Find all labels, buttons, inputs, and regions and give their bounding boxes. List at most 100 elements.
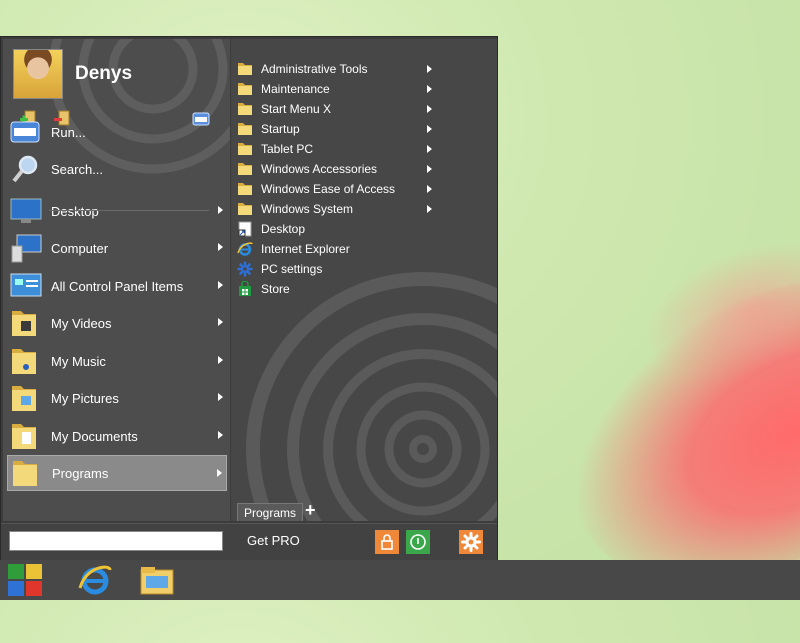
program-item[interactable]: Tablet PC [237,139,437,159]
left-menu-item-label: Computer [51,240,109,256]
search-icon [9,153,43,185]
videos-folder-icon [9,307,43,339]
program-item-label: Desktop [261,222,306,236]
submenu-arrow-icon [427,65,432,73]
computer-icon [9,232,43,264]
settings-button[interactable] [459,530,483,554]
documents-folder-icon [9,420,43,452]
search-input[interactable] [9,531,223,551]
left-menu-item[interactable]: Search... [7,151,227,187]
internet-explorer-icon [237,241,253,257]
program-item-label: Windows Accessories [261,162,378,176]
submenu-arrow-icon [427,85,432,93]
start-menu: ⠶⠶ Denys [0,36,498,560]
program-item-label: Store [261,282,290,296]
submenu-arrow-icon [218,393,223,401]
divider [49,210,209,211]
program-item-label: Internet Explorer [261,242,350,256]
submenu-arrow-icon [218,281,223,289]
submenu-arrow-icon [427,145,432,153]
left-menu-item-label: Run... [51,124,86,140]
left-menu-item-label: My Music [51,353,106,369]
control-panel-icon [9,270,43,302]
left-menu-item-label: All Control Panel Items [51,278,184,294]
avatar[interactable] [13,49,63,99]
programs-folder-icon [10,457,44,489]
left-menu-item[interactable]: Programs [7,455,227,491]
desktop-icon [9,195,43,227]
folder-icon [237,61,253,77]
submenu-arrow-icon [427,105,432,113]
store-icon [237,280,253,297]
left-menu-item-label: Search... [51,161,104,177]
power-button[interactable] [406,530,430,554]
program-item[interactable]: Startup [237,119,437,139]
desktop-shortcut-icon [237,221,253,237]
program-item[interactable]: Windows Ease of Access [237,179,437,199]
programs-pane: Administrative Tools Maintenance Start Men… [231,39,497,521]
folder-icon [237,121,253,137]
program-item-label: Administrative Tools [261,62,368,76]
program-item-label: PC settings [261,262,323,276]
left-menu-item[interactable]: My Pictures [7,380,227,416]
user-name: Denys [75,63,133,84]
submenu-arrow-icon [427,165,432,173]
left-menu-item-label: My Documents [51,428,138,444]
left-menu-item[interactable]: My Documents [7,418,227,454]
folder-icon [237,81,253,97]
program-item[interactable]: Windows System [237,199,437,219]
submenu-arrow-icon [427,125,432,133]
folder-icon [237,101,253,117]
program-item-label: Windows System [261,202,354,216]
folder-icon [237,181,253,197]
left-menu-item-label: Programs [52,465,109,481]
left-menu-item[interactable]: All Control Panel Items [7,268,227,304]
program-item[interactable]: Windows Accessories [237,159,437,179]
folder-icon [237,141,253,157]
program-item[interactable]: Desktop [237,219,437,239]
submenu-arrow-icon [217,469,222,477]
tab-programs[interactable]: Programs [237,503,304,521]
program-item[interactable]: PC settings [237,259,437,279]
folder-icon [237,161,253,177]
taskbar [0,560,800,600]
gear-icon [237,261,253,277]
left-menu-item-label: My Pictures [51,390,119,406]
left-pane: Denys Run... Search... Desktop Computer All … [3,39,230,521]
run-icon [9,116,43,148]
left-menu-item[interactable]: My Videos [7,305,227,341]
program-item[interactable]: Maintenance [237,79,437,99]
program-item[interactable]: Start Menu X [237,99,437,119]
start-button-windows-icon[interactable] [6,562,44,598]
submenu-arrow-icon [218,243,223,251]
left-menu-item[interactable]: Computer [7,230,227,266]
submenu-arrow-icon [218,356,223,364]
add-tab-button[interactable]: + [305,501,316,519]
left-menu-item[interactable]: Desktop [7,193,227,229]
program-item-label: Start Menu X [261,102,332,116]
program-item-label: Tablet PC [261,142,314,156]
program-item-label: Startup [261,122,300,136]
music-folder-icon [9,345,43,377]
lock-button[interactable] [375,530,399,554]
file-explorer-taskbar-icon[interactable] [138,562,176,598]
get-pro-link[interactable]: Get PRO [247,533,300,548]
program-item[interactable]: Internet Explorer [237,239,437,259]
submenu-arrow-icon [218,206,223,214]
folder-icon [237,201,253,217]
program-item-label: Maintenance [261,82,330,96]
internet-explorer-taskbar-icon[interactable] [76,562,114,598]
left-menu-item-label: Desktop [51,203,99,219]
left-menu-item[interactable]: Run... [7,114,227,150]
submenu-arrow-icon [218,431,223,439]
program-item[interactable]: Administrative Tools [237,59,437,79]
submenu-arrow-icon [427,185,432,193]
left-menu-item-label: My Videos [51,315,112,331]
submenu-arrow-icon [427,205,432,213]
user-row[interactable]: Denys [13,49,223,99]
left-menu-item[interactable]: My Music [7,343,227,379]
submenu-arrow-icon [218,318,223,326]
program-item[interactable]: Store [237,279,437,299]
bottom-bar: Get PRO [1,523,497,560]
program-item-label: Windows Ease of Access [261,182,396,196]
